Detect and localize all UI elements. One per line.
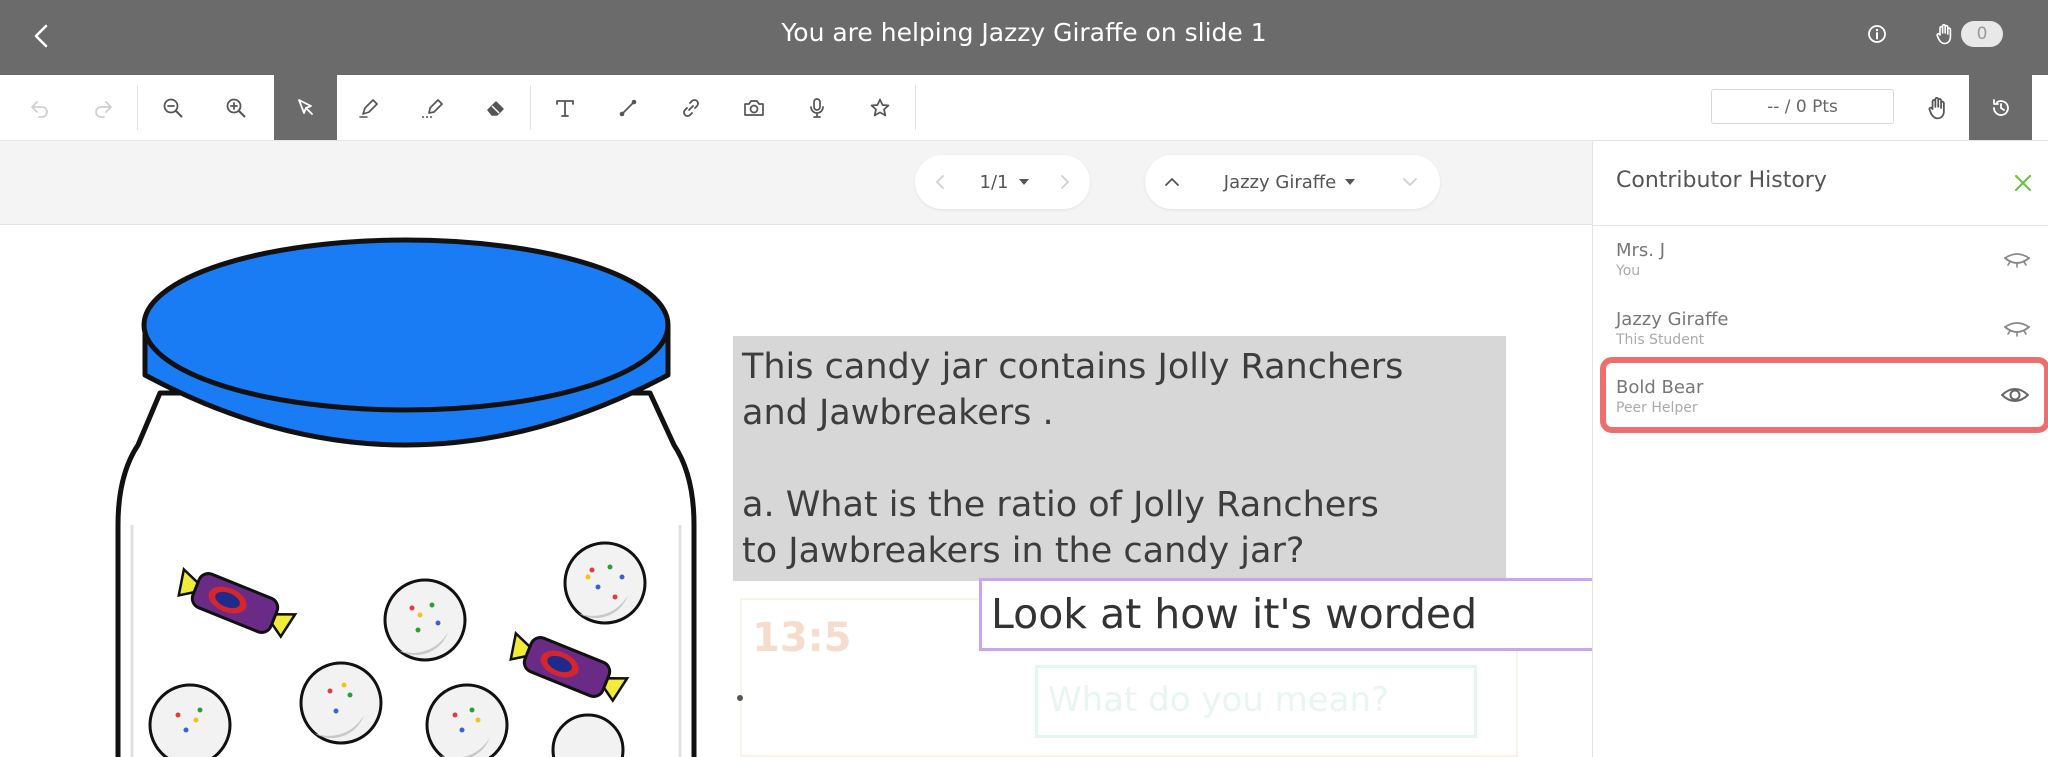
camera-tool-button[interactable] [722,75,785,140]
toolbar-divider [137,85,138,130]
star-icon [870,98,889,116]
raised-hands-button[interactable]: 0 [1935,20,2003,48]
caret-down-icon [1345,179,1356,185]
highlighter-icon [421,98,443,118]
back-button[interactable] [26,16,56,56]
question-line: to Jawbreakers in the candy jar? [742,531,1305,571]
zoom-in-button[interactable] [204,75,267,140]
text-icon [555,99,574,117]
line-tool-button[interactable] [596,75,659,140]
text-tool-button[interactable] [533,75,596,140]
student-answer-text: 13:5 [752,615,852,661]
contributor-role: You [1616,263,1641,279]
student-reply-text: What do you mean? [1035,665,1477,738]
eye-closed-icon[interactable] [2001,315,2033,343]
camera-icon [743,99,764,116]
chevron-down-icon [1403,178,1417,186]
pen-icon [358,98,378,118]
hand-icon [1936,23,1952,45]
info-button[interactable] [1863,20,1891,48]
page-navigator: 1/1 [915,155,1090,209]
next-page-button[interactable] [1050,155,1080,209]
bullet-dot [737,695,743,701]
select-tool-button[interactable] [274,75,337,140]
question-line: This candy jar contains Jolly Ranchers [742,347,1404,387]
points-field[interactable]: -- / 0 Pts [1711,89,1894,124]
history-icon [1992,98,2009,116]
contributor-history-panel: Contributor History Mrs. J You Jazzy Gir… [1592,141,2048,757]
panel-title: Contributor History [1616,168,1827,193]
previous-student-button[interactable] [1157,155,1187,209]
student-name: Jazzy Giraffe [1223,171,1337,193]
undo-button[interactable] [8,75,71,140]
audio-tool-button[interactable] [785,75,848,140]
close-icon [2014,174,2032,192]
page-title: You are helping Jazzy Giraffe on slide 1 [781,18,1267,47]
previous-page-button[interactable] [925,155,955,209]
question-line: a. What is the ratio of Jolly Ranchers [742,485,1379,525]
raise-hand-button[interactable] [1906,75,1969,140]
link-icon [682,98,699,117]
contributor-row-jazzy-giraffe[interactable]: Jazzy Giraffe This Student [1593,295,2048,364]
chevron-right-icon [1061,175,1069,189]
helper-comment-box[interactable]: Look at how it's worded [979,578,1592,651]
highlighter-tool-button[interactable] [401,75,464,140]
redo-button[interactable] [71,75,134,140]
eye-closed-icon[interactable] [2001,246,2033,274]
contributor-role: Peer Helper [1616,400,1698,416]
microphone-icon [809,97,824,118]
undo-icon [30,100,48,118]
hand-count-badge: 0 [1961,21,2003,47]
link-tool-button[interactable] [659,75,722,140]
pen-tool-button[interactable] [337,75,400,140]
contributor-row-mrs-j[interactable]: Mrs. J You [1593,226,2048,295]
contributor-name: Mrs. J [1616,240,1666,261]
top-bar: You are helping Jazzy Giraffe on slide 1… [0,0,2048,75]
chevron-left-icon [936,175,944,189]
toolbar-divider [530,85,531,130]
eye-open-icon[interactable] [1999,381,2031,409]
toolbar: -- / 0 Pts [0,75,2048,141]
zoom-out-icon [163,98,182,117]
sticker-tool-button[interactable] [848,75,911,140]
contributor-name: Bold Bear [1616,377,1704,398]
question-text-box: This candy jar contains Jolly Ranchers a… [733,336,1506,581]
caret-down-icon [1019,179,1030,185]
page-select[interactable]: 1/1 [965,155,1045,209]
eraser-icon [486,100,504,116]
contributor-role: This Student [1616,332,1705,348]
slide-canvas[interactable]: This candy jar contains Jolly Ranchers a… [0,225,1592,757]
student-navigator: Jazzy Giraffe [1145,155,1440,209]
redo-icon [94,100,112,118]
history-button[interactable] [1969,75,2032,140]
close-panel-button[interactable] [2011,171,2035,195]
page-indicator: 1/1 [979,171,1009,193]
candy-jar-image [115,237,697,757]
hand-icon [1928,96,1945,119]
slide-navigator-strip: 1/1 Jazzy Giraffe [0,141,1592,225]
toolbar-divider [915,85,916,130]
next-student-button[interactable] [1395,155,1425,209]
question-line: and Jawbreakers . [742,393,1054,433]
chevron-up-icon [1165,178,1179,186]
chevron-left-icon [34,24,48,48]
student-select[interactable]: Jazzy Giraffe [1200,155,1380,209]
zoom-in-icon [226,98,245,117]
eraser-tool-button[interactable] [464,75,527,140]
contributor-name: Jazzy Giraffe [1616,309,1729,330]
zoom-out-button[interactable] [141,75,204,140]
cursor-select-icon [297,98,313,115]
contributor-row-bold-bear[interactable]: Bold Bear Peer Helper [1600,357,2048,433]
line-icon [619,99,636,116]
info-icon [1868,25,1886,43]
